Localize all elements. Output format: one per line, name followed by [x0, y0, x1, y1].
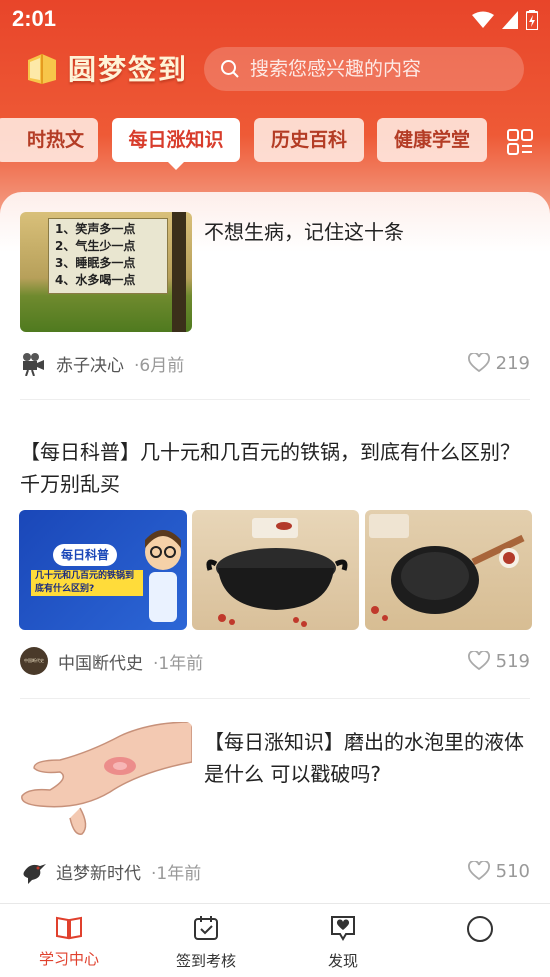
tab-hot-articles[interactable]: 时热文	[0, 118, 98, 162]
pan-image	[369, 514, 525, 621]
article-meta: 追梦新时代 ·1年前	[20, 856, 201, 886]
article-feed: 1、笑声多一点 2、气生少一点 3、睡眠多一点 4、水多喝一点 不想生病，记住这…	[0, 192, 550, 903]
status-bar: 2:01	[0, 0, 550, 40]
calendar-check-icon	[194, 916, 218, 940]
nav-label: 签到考核	[175, 952, 236, 970]
thumbnail-sign: 1、笑声多一点 2、气生少一点 3、睡眠多一点 4、水多喝一点	[48, 218, 168, 294]
hand-illustration	[21, 722, 192, 835]
battery-icon	[526, 10, 538, 30]
hummingbird-avatar-icon	[23, 864, 46, 884]
article-thumbnail: 1、笑声多一点 2、气生少一点 3、睡眠多一点 4、水多喝一点	[20, 212, 192, 332]
cartoon-figure	[145, 530, 181, 622]
profile-circle-icon	[467, 916, 493, 942]
article-title[interactable]: 【每日涨知识】磨出的水泡里的液体是什么 可以戳破吗?	[204, 726, 530, 790]
author-name[interactable]: 中国断代史	[58, 649, 143, 674]
heart-icon	[467, 651, 490, 671]
thumb-line: 2、气生少一点	[55, 239, 136, 253]
tab-history[interactable]: 历史百科	[254, 118, 364, 162]
nav-discover[interactable]: 发现	[293, 914, 393, 971]
category-grid-icon[interactable]	[506, 128, 534, 156]
nav-label: 发现	[327, 952, 358, 970]
heart-icon	[467, 861, 490, 881]
wok-image	[206, 518, 348, 627]
wifi-icon	[472, 11, 494, 28]
like-count: 519	[495, 650, 530, 672]
thumb-caption: 几十元和几百元的铁锅到底有什么区别?	[31, 570, 143, 596]
camera-avatar-icon	[23, 353, 44, 376]
thumb-line: 3、睡眠多一点	[55, 256, 136, 270]
status-icons	[472, 10, 538, 30]
article-thumbnail	[20, 722, 192, 840]
post-time: ·6月前	[134, 355, 185, 376]
search-bar[interactable]	[204, 47, 524, 91]
thumbnail-post	[172, 212, 186, 332]
article-meta: 中国断代史 中国断代史 ·1年前	[20, 646, 203, 676]
divider	[20, 698, 530, 699]
post-time: ·1年前	[151, 863, 202, 884]
book-icon	[56, 916, 82, 940]
like-count: 510	[495, 860, 530, 882]
article-card-2[interactable]: 【每日科普】几十元和几百元的铁锅，到底有什么区别？千万别乱买 每日科普 几十元和…	[19, 436, 532, 686]
heart-chat-icon	[331, 916, 355, 941]
article-card-3[interactable]: 【每日涨知识】磨出的水泡里的液体是什么 可以戳破吗? 追梦新时代 ·1年前 51…	[20, 722, 530, 902]
bottom-navigation: 学习中心 签到考核 发现	[0, 903, 550, 977]
article-thumbnail: 每日科普 几十元和几百元的铁锅到底有什么区别?	[19, 510, 187, 630]
signal-icon	[502, 11, 518, 29]
app-title: 圆梦签到	[68, 53, 189, 86]
app-header: 圆梦签到	[0, 44, 550, 96]
article-meta: 赤子决心 ·6月前	[20, 348, 184, 378]
author-name[interactable]: 赤子决心	[56, 351, 124, 376]
tab-health[interactable]: 健康学堂	[377, 118, 487, 162]
thumb-line: 4、水多喝一点	[55, 273, 136, 287]
thumb-badge: 每日科普	[53, 544, 117, 566]
search-icon	[221, 60, 239, 78]
active-tab-pointer	[166, 160, 186, 170]
book-logo-icon	[28, 54, 56, 84]
post-time: ·1年前	[153, 653, 204, 674]
nav-label: 学习中心	[38, 950, 99, 968]
like-button[interactable]: 219	[467, 348, 530, 378]
search-input[interactable]	[250, 58, 520, 80]
article-thumbnail	[192, 510, 359, 630]
article-title[interactable]: 【每日科普】几十元和几百元的铁锅，到底有什么区别？千万别乱买	[20, 436, 530, 500]
like-button[interactable]: 519	[467, 646, 530, 676]
category-tabs: 时热文 每日涨知识 历史百科 健康学堂	[0, 118, 550, 170]
article-thumbnail	[365, 510, 532, 630]
app-logo: 圆梦签到	[24, 48, 188, 88]
divider	[20, 399, 530, 400]
article-title[interactable]: 不想生病，记住这十条	[204, 216, 524, 248]
tab-daily-knowledge[interactable]: 每日涨知识	[112, 118, 240, 162]
like-button[interactable]: 510	[467, 856, 530, 886]
like-count: 219	[495, 352, 530, 374]
nav-profile[interactable]	[430, 914, 530, 952]
nav-learning-center[interactable]: 学习中心	[19, 914, 119, 969]
article-card-1[interactable]: 1、笑声多一点 2、气生少一点 3、睡眠多一点 4、水多喝一点 不想生病，记住这…	[20, 212, 530, 402]
thumb-line: 1、笑声多一点	[55, 222, 136, 236]
heart-icon	[467, 353, 490, 373]
author-name[interactable]: 追梦新时代	[56, 859, 141, 884]
author-avatar: 中国断代史	[20, 647, 48, 675]
status-time: 2:01	[12, 6, 57, 31]
nav-checkin[interactable]: 签到考核	[156, 914, 256, 971]
